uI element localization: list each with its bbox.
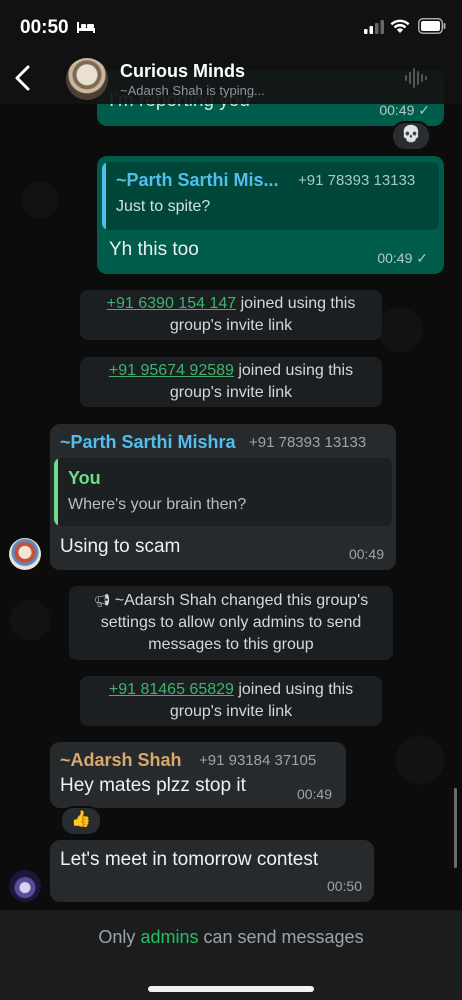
back-chevron-icon[interactable] [12, 64, 34, 92]
group-avatar[interactable] [66, 58, 108, 100]
scrollbar[interactable] [454, 788, 457, 868]
incoming-message[interactable]: ~Parth Sarthi Mishra +91 78393 13133 You… [50, 424, 396, 570]
quoted-message[interactable]: ~Parth Sarthi Mis... +91 78393 13133 Jus… [102, 162, 439, 230]
incoming-message[interactable]: Let's meet in tomorrow contest 00:50 [50, 840, 374, 902]
typing-status: ~Adarsh Shah is typing... [120, 83, 265, 98]
megaphone-icon: 📢︎ [93, 593, 111, 608]
battery-icon [418, 18, 446, 34]
phone-link[interactable]: +91 6390 154 147 [107, 295, 236, 312]
status-bar: 00:50 [0, 0, 462, 52]
message-time: 00:50 [326, 878, 362, 894]
quote-text: Just to spite? [116, 198, 211, 215]
message-time: 00:49 ✓ [377, 250, 428, 266]
message-text: Yh this too [109, 239, 199, 260]
quote-text: Where's your brain then? [68, 496, 247, 513]
quote-accent-bar [102, 162, 106, 230]
incoming-message[interactable]: ~Adarsh Shah +91 93184 37105 Hey mates p… [50, 742, 346, 808]
message-sender: ~Parth Sarthi Mishra [60, 432, 236, 452]
quote-sender: You [68, 468, 101, 488]
sender-phone: +91 78393 13133 [249, 434, 367, 451]
cellular-signal-icon [364, 20, 384, 34]
quoted-message[interactable]: You Where's your brain then? [54, 458, 392, 526]
sender-avatar[interactable] [9, 870, 41, 902]
phone-link[interactable]: +91 81465 65829 [109, 681, 234, 698]
thumbs-up-emoji: 👍 [71, 811, 91, 828]
quote-phone: +91 78393 13133 [298, 172, 416, 189]
chat-footer: Only admins can send messages [0, 910, 462, 1000]
message-time: 00:49 [296, 786, 332, 802]
reaction-badge[interactable]: 💀 [391, 121, 431, 151]
status-time: 00:50 [20, 17, 69, 38]
outgoing-message[interactable]: ~Parth Sarthi Mis... +91 78393 13133 Jus… [97, 156, 444, 274]
reaction-badge[interactable]: 👍 [60, 806, 102, 836]
quote-accent-bar [54, 458, 58, 526]
system-message: 📢︎ ~Adarsh Shah changed this group's set… [69, 586, 393, 660]
read-tick-icon: ✓ [418, 102, 430, 118]
quote-sender: ~Parth Sarthi Mis... [116, 170, 279, 190]
phone-link[interactable]: +91 95674 92589 [109, 362, 234, 379]
chat-header: Curious Minds ~Adarsh Shah is typing... [0, 52, 462, 104]
system-message: +91 95674 92589 joined using this group'… [80, 357, 382, 407]
skull-emoji: 💀 [401, 126, 421, 143]
message-sender: ~Adarsh Shah [60, 750, 182, 770]
sender-avatar[interactable] [9, 538, 41, 570]
sender-phone: +91 93184 37105 [199, 752, 317, 769]
audio-call-icon[interactable] [404, 66, 428, 90]
admins-link[interactable]: admins [140, 927, 198, 947]
message-text: Hey mates plzz stop it [60, 775, 246, 796]
message-text: Let's meet in tomorrow contest [60, 849, 319, 870]
system-message: +91 81465 65829 joined using this group'… [80, 676, 382, 726]
message-text: Using to scam [60, 536, 181, 557]
message-time: 00:49 ✓ [379, 102, 430, 118]
read-tick-icon: ✓ [416, 250, 428, 266]
home-indicator[interactable] [148, 986, 314, 992]
admins-only-notice: Only admins can send messages [98, 927, 364, 947]
group-name[interactable]: Curious Minds [120, 61, 245, 82]
wifi-icon [390, 19, 410, 33]
sleep-mode-icon [77, 22, 95, 33]
system-message: +91 6390 154 147 joined using this group… [80, 290, 382, 340]
message-time: 00:49 [348, 546, 384, 562]
